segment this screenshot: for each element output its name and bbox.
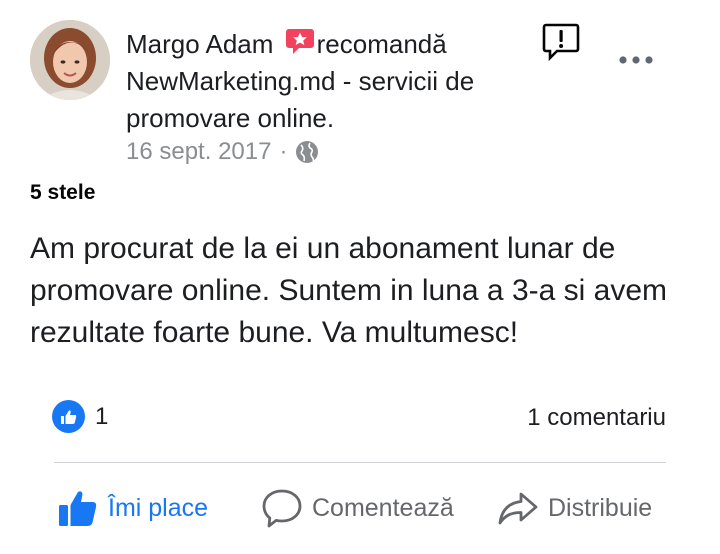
comment-button-label: Comentează xyxy=(312,493,454,522)
thumbs-up-icon xyxy=(59,491,97,526)
action-bar: Îmi place Comentează Distribuie xyxy=(56,482,668,534)
avatar-image xyxy=(30,20,110,100)
share-button-label: Distribuie xyxy=(548,493,653,522)
share-icon xyxy=(498,492,538,525)
comment-icon xyxy=(262,489,302,528)
recommend-verb: recomandă xyxy=(316,29,447,59)
reaction-count: 1 xyxy=(95,402,109,430)
like-button-label: Îmi place xyxy=(108,493,209,522)
more-options-button[interactable] xyxy=(616,50,656,70)
reactions-summary[interactable]: 1 xyxy=(52,400,108,433)
like-reaction-icon xyxy=(52,400,85,433)
more-icon xyxy=(619,56,653,64)
comments-count[interactable]: 1 comentariu xyxy=(527,404,666,432)
share-button[interactable]: Distribuie xyxy=(496,482,652,534)
report-button[interactable] xyxy=(541,22,581,62)
page-name[interactable]: NewMarketing.md - servicii de promovare … xyxy=(126,66,474,133)
author-name[interactable]: Margo Adam xyxy=(126,29,273,59)
review-body: Am procurat de la ei un abonament lunar … xyxy=(30,232,668,349)
post-meta: 16 sept. 2017 · xyxy=(126,138,319,166)
post-date[interactable]: 16 sept. 2017 xyxy=(126,138,271,166)
rating-label: 5 stele xyxy=(30,181,96,204)
divider xyxy=(54,462,666,463)
recommend-icon xyxy=(285,28,315,56)
like-button[interactable]: Îmi place xyxy=(56,482,208,534)
avatar[interactable] xyxy=(30,20,110,100)
comment-button[interactable]: Comentează xyxy=(260,482,454,534)
globe-icon xyxy=(295,140,319,164)
post-header: Margo Adam recomandă NewMarketing.md - s… xyxy=(126,26,526,137)
report-icon xyxy=(542,23,580,62)
review-post: Margo Adam recomandă NewMarketing.md - s… xyxy=(0,0,720,554)
meta-separator: · xyxy=(279,138,288,165)
